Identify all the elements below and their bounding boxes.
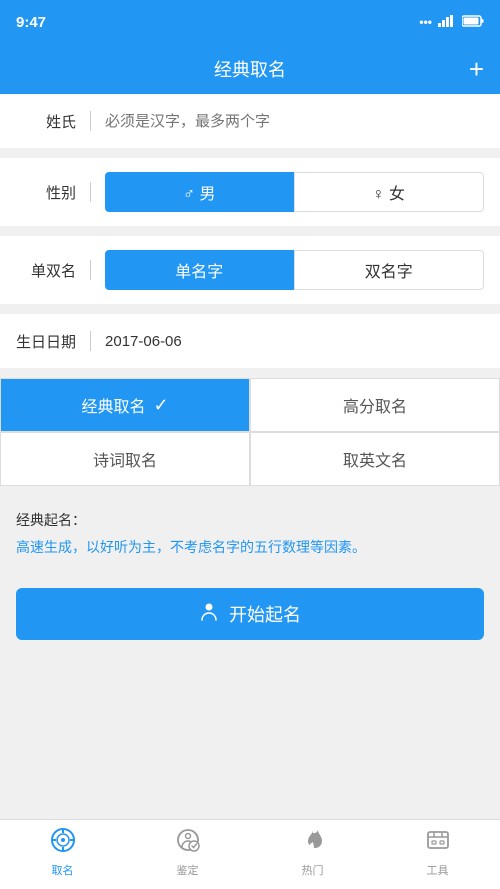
- name-type-row: 单双名 单名字 双名字: [0, 236, 500, 304]
- signal-bars-icon: [438, 15, 456, 30]
- name-type-section: 单双名 单名字 双名字: [0, 236, 500, 304]
- surname-section: 姓氏: [0, 94, 500, 148]
- add-button[interactable]: +: [469, 54, 484, 85]
- surname-input[interactable]: [105, 113, 484, 130]
- status-icons: •••: [419, 15, 484, 30]
- gender-label: 性别: [16, 182, 76, 203]
- birthday-divider: [90, 331, 91, 351]
- gender-toggle-group: ♂ 男 ♀ 女: [105, 172, 484, 212]
- surname-divider: [90, 111, 91, 131]
- birthday-section: 生日日期 2017-06-06: [0, 314, 500, 368]
- description-body: 高速生成，以好听为主，不考虑名字的五行数理等因素。: [16, 536, 484, 558]
- nav-item-hot[interactable]: 热门: [250, 820, 375, 889]
- person-icon: [199, 602, 219, 627]
- gender-female-button[interactable]: ♀ 女: [294, 172, 485, 212]
- gender-section: 性别 ♂ 男 ♀ 女: [0, 158, 500, 226]
- start-naming-label: 开始起名: [229, 601, 301, 627]
- hot-nav-label: 热门: [302, 862, 324, 878]
- bottom-nav: 取名 鉴定 热门: [0, 819, 500, 889]
- poem-naming-button[interactable]: 诗词取名: [0, 432, 250, 486]
- start-button-section: 开始起名: [0, 572, 500, 656]
- name-type-toggle-group: 单名字 双名字: [105, 250, 484, 290]
- birthday-value: 2017-06-06: [105, 333, 484, 350]
- surname-label: 姓氏: [16, 111, 76, 132]
- tools-nav-icon: [425, 827, 451, 858]
- signal-dots-icon: •••: [419, 15, 432, 29]
- app-header: 经典取名 +: [0, 44, 500, 94]
- header-title: 经典取名: [214, 56, 286, 82]
- status-bar: 9:47 •••: [0, 0, 500, 44]
- double-name-button[interactable]: 双名字: [294, 250, 485, 290]
- surname-row: 姓氏: [0, 94, 500, 148]
- name-type-divider: [90, 260, 91, 280]
- gender-male-button[interactable]: ♂ 男: [105, 172, 294, 212]
- birthday-label: 生日日期: [16, 331, 76, 352]
- birthday-row[interactable]: 生日日期 2017-06-06: [0, 314, 500, 368]
- naming-type-grid: 经典取名 ✓ 高分取名 诗词取名 取英文名: [0, 378, 500, 486]
- naming-nav-icon: [50, 827, 76, 858]
- status-time: 9:47: [16, 14, 46, 31]
- description-title: 经典起名：: [16, 510, 484, 530]
- checkmark-icon: ✓: [153, 395, 168, 416]
- hot-nav-icon: [300, 827, 326, 858]
- nav-item-appraise[interactable]: 鉴定: [125, 820, 250, 889]
- english-naming-button[interactable]: 取英文名: [250, 432, 500, 486]
- appraise-nav-icon: [175, 827, 201, 858]
- nav-item-tools[interactable]: 工具: [375, 820, 500, 889]
- main-content: 姓氏 性别 ♂ 男 ♀ 女 单双名 单名字 双名字 生日日期: [0, 94, 500, 656]
- battery-icon: [462, 15, 484, 30]
- single-name-button[interactable]: 单名字: [105, 250, 294, 290]
- name-type-label: 单双名: [16, 260, 76, 281]
- gender-divider: [90, 182, 91, 202]
- high-score-naming-button[interactable]: 高分取名: [250, 378, 500, 432]
- start-naming-button[interactable]: 开始起名: [16, 588, 484, 640]
- description-section: 经典起名： 高速生成，以好听为主，不考虑名字的五行数理等因素。: [0, 496, 500, 572]
- gender-row: 性别 ♂ 男 ♀ 女: [0, 158, 500, 226]
- tools-nav-label: 工具: [427, 862, 449, 878]
- appraise-nav-label: 鉴定: [177, 862, 199, 878]
- naming-nav-label: 取名: [52, 862, 74, 878]
- classic-naming-button[interactable]: 经典取名 ✓: [0, 378, 250, 432]
- nav-item-naming[interactable]: 取名: [0, 820, 125, 889]
